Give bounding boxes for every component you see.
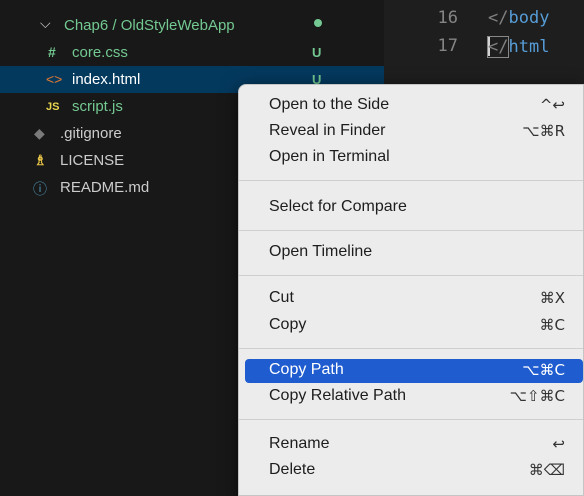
menu-separator (239, 230, 583, 231)
menu-item-open-in-terminal[interactable]: Open in Terminal (245, 146, 583, 170)
menu-item-label: Delete (269, 461, 316, 478)
file-label: core.css (72, 44, 128, 61)
menu-item-label: Copy Path (269, 361, 344, 378)
untracked-badge: U (312, 45, 322, 60)
folder-row[interactable]: ⌵ Chap6 / OldStyleWebApp (0, 12, 384, 39)
menu-item-select-for-compare[interactable]: Select for Compare (245, 196, 583, 220)
menu-item-shortcut: ⌘C (539, 316, 565, 334)
css-hash-icon: # (48, 44, 56, 60)
menu-item-shortcut: ^↩ (539, 96, 565, 114)
menu-item-label: Copy (269, 316, 307, 333)
javascript-icon: JS (46, 101, 60, 113)
chevron-down-icon[interactable]: ⌵ (40, 15, 51, 32)
untracked-dot-icon (314, 19, 322, 27)
code-line: </html (486, 36, 550, 58)
menu-item-delete[interactable]: Delete ⌘⌫ (245, 459, 583, 483)
tag-punct: </ (488, 8, 509, 28)
folder-label: Chap6 / OldStyleWebApp (64, 17, 235, 34)
menu-item-shortcut: ⌥⌘C (522, 361, 565, 379)
file-label: README.md (60, 179, 150, 196)
menu-item-shortcut: ⌘⌫ (528, 461, 565, 479)
menu-item-label: Cut (269, 289, 294, 306)
menu-item-shortcut: ⌥⇧⌘C (509, 387, 565, 405)
menu-item-copy[interactable]: Copy ⌘C (245, 314, 583, 338)
file-label: .gitignore (60, 125, 122, 142)
menu-item-shortcut: ⌘X (539, 289, 565, 307)
file-row-core-css[interactable]: # core.css U (0, 39, 384, 66)
menu-separator (239, 348, 583, 349)
menu-item-label: Copy Relative Path (269, 387, 406, 404)
menu-separator (239, 180, 583, 181)
git-diamond-icon: ◆ (34, 125, 45, 141)
info-icon: ⓘ (33, 181, 47, 197)
tag-name: html (508, 37, 550, 57)
file-label: LICENSE (60, 152, 125, 169)
menu-item-label: Open in Terminal (269, 148, 390, 165)
tag-name: body (508, 8, 550, 28)
line-number: 16 (437, 8, 458, 28)
menu-separator (239, 275, 583, 276)
menu-item-open-timeline[interactable]: Open Timeline (245, 241, 583, 265)
menu-item-shortcut: ↩ (552, 435, 565, 453)
menu-item-rename[interactable]: Rename ↩ (245, 433, 583, 457)
menu-item-label: Select for Compare (269, 198, 407, 215)
menu-item-shortcut: ⌥⌘R (522, 122, 565, 140)
menu-item-label: Open to the Side (269, 96, 390, 113)
menu-item-cut[interactable]: Cut ⌘X (245, 287, 583, 311)
license-icon: ♗ (34, 152, 47, 168)
menu-item-label: Rename (269, 435, 330, 452)
menu-item-label: Reveal in Finder (269, 122, 386, 139)
menu-separator (239, 419, 583, 420)
code-line: </body (488, 8, 549, 28)
html-code-icon: <> (46, 71, 63, 87)
context-menu: Open to the Side ^↩ Reveal in Finder ⌥⌘R… (238, 84, 584, 496)
menu-item-label: Open Timeline (269, 243, 373, 260)
menu-item-open-to-side[interactable]: Open to the Side ^↩ (245, 94, 583, 118)
menu-item-reveal-in-finder[interactable]: Reveal in Finder ⌥⌘R (245, 120, 583, 144)
tag-punct: </ (486, 36, 510, 58)
menu-item-copy-relative-path[interactable]: Copy Relative Path ⌥⇧⌘C (245, 385, 583, 409)
line-number: 17 (437, 36, 458, 56)
file-label: script.js (72, 98, 123, 115)
file-label: index.html (72, 71, 141, 88)
menu-item-copy-path[interactable]: Copy Path ⌥⌘C (245, 359, 583, 383)
